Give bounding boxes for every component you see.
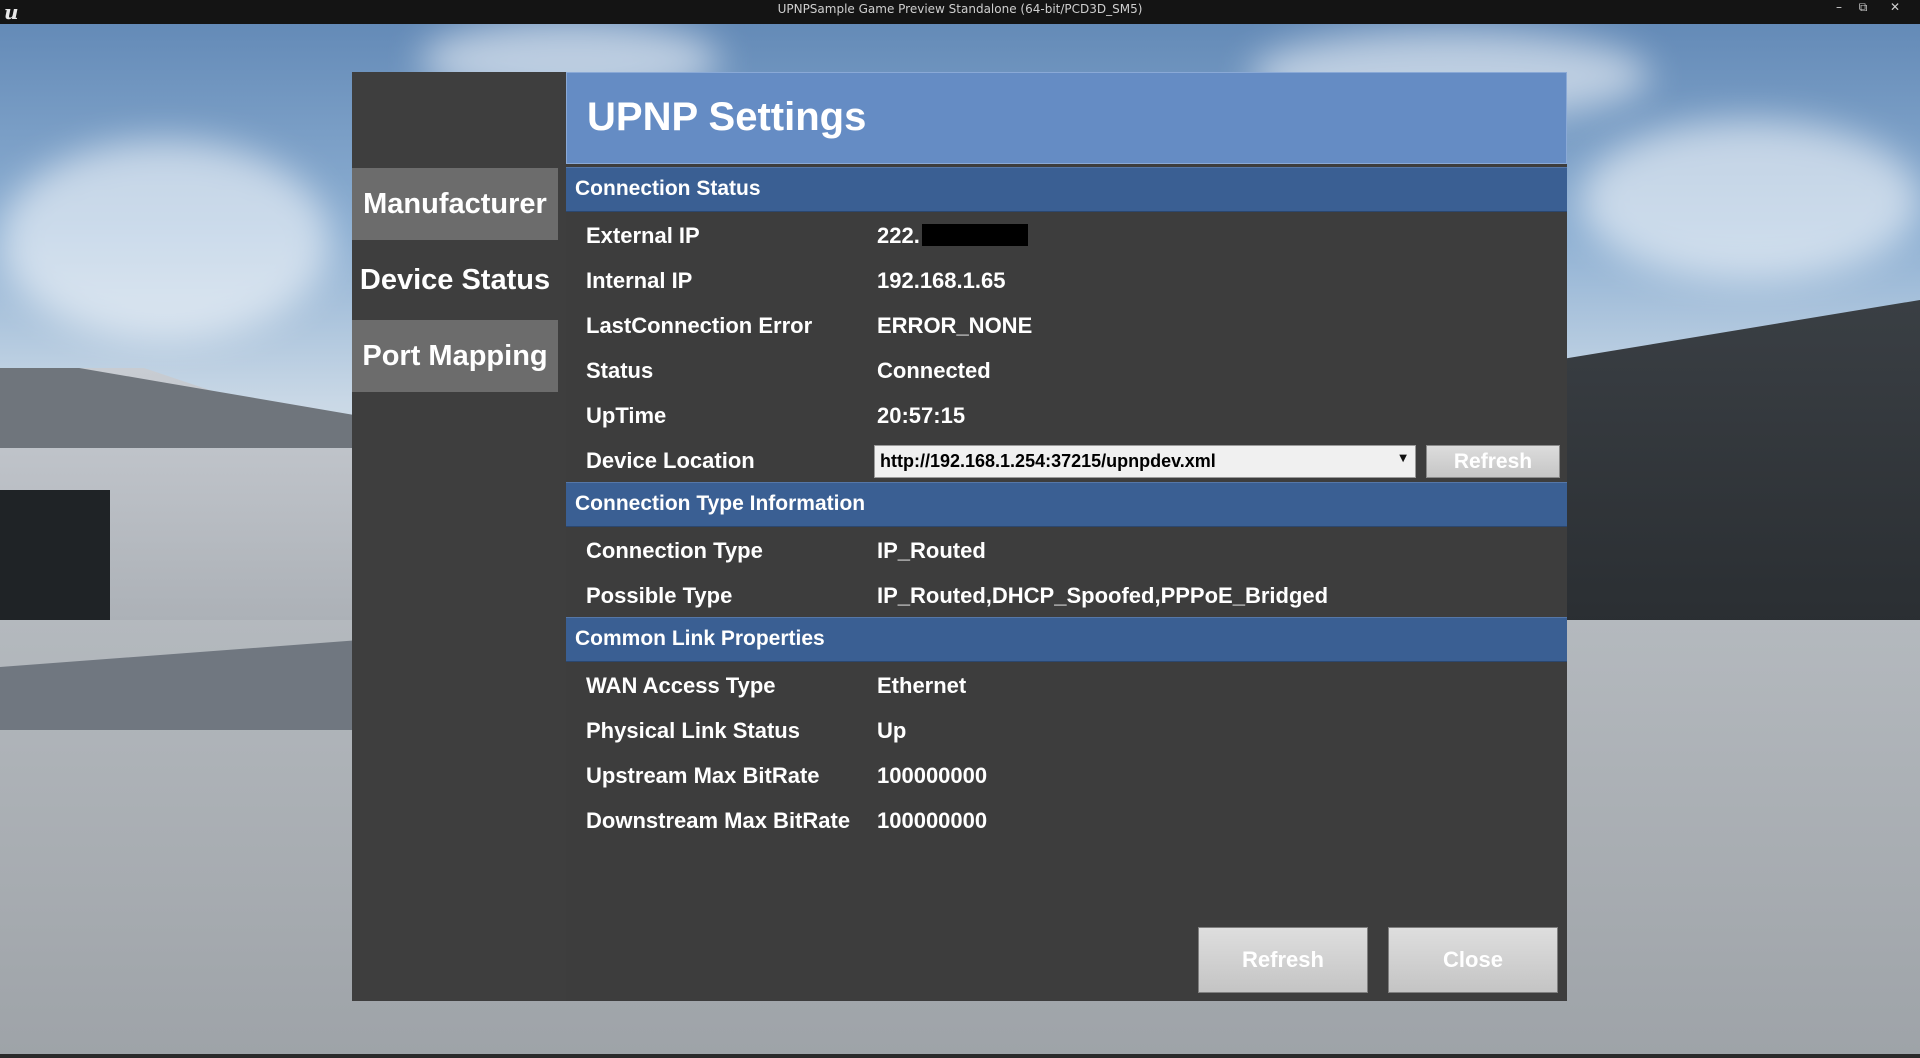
chevron-down-icon: ▼ [1399, 453, 1407, 464]
device-location-dropdown[interactable]: http://192.168.1.254:37215/upnpdev.xml ▼ [874, 445, 1416, 478]
external-ip-label: External IP [586, 223, 700, 248]
settings-sidebar: Manufacturer Device Status Port Mapping [352, 72, 562, 1001]
uptime-label: UpTime [586, 403, 667, 428]
section-title: Common Link Properties [575, 627, 825, 650]
wan-access-type-value: Ethernet [877, 673, 967, 698]
window-title-bar: u UPNPSample Game Preview Standalone (64… [0, 0, 1920, 24]
connection-type-value: IP_Routed [877, 538, 986, 563]
page-title: UPNP Settings [587, 95, 867, 139]
section-connection-status: Connection Status [566, 167, 1567, 212]
tab-port-mapping[interactable]: Port Mapping [352, 320, 558, 392]
device-location-refresh-button[interactable]: Refresh [1426, 445, 1560, 478]
section-common-link: Common Link Properties [566, 617, 1567, 662]
last-connection-error-value: ERROR_NONE [877, 313, 1033, 338]
scene-wall-left-top [0, 368, 360, 448]
close-button[interactable]: Close [1388, 927, 1558, 993]
scene-wall-right [1560, 300, 1920, 630]
external-ip-text: 222. [877, 223, 920, 248]
restore-icon[interactable]: ⧉ [1852, 0, 1874, 16]
dialog-header: UPNP Settings [566, 72, 1567, 164]
refresh-button[interactable]: Refresh [1198, 927, 1368, 993]
wan-access-type-label: WAN Access Type [586, 673, 776, 698]
taskbar-strip [0, 1054, 1920, 1058]
possible-type-value: IP_Routed,DHCP_Spoofed,PPPoE_Bridged [877, 583, 1329, 608]
downstream-max-bitrate-label: Downstream Max BitRate [586, 808, 851, 833]
section-title: Connection Type Information [575, 492, 866, 515]
last-connection-error-label: LastConnection Error [586, 313, 813, 338]
upnp-settings-dialog: Manufacturer Device Status Port Mapping … [352, 72, 1567, 1001]
possible-type-label: Possible Type [586, 583, 733, 608]
upstream-max-bitrate-value: 100000000 [877, 763, 988, 788]
physical-link-status-label: Physical Link Status [586, 718, 800, 743]
internal-ip-value: 192.168.1.65 [877, 268, 1006, 293]
redaction-box [921, 224, 1028, 246]
physical-link-status-value: Up [877, 718, 907, 743]
minimize-icon[interactable]: – [1828, 0, 1850, 16]
settings-content: UPNP Settings Connection Status External… [566, 72, 1567, 1001]
tab-device-status[interactable]: Device Status [352, 244, 558, 316]
uptime-value: 20:57:15 [877, 403, 966, 428]
device-location-label: Device Location [586, 448, 755, 473]
external-ip-value: 222. [877, 223, 1028, 249]
status-value: Connected [877, 358, 991, 383]
downstream-max-bitrate-value: 100000000 [877, 808, 988, 833]
tab-manufacturer[interactable]: Manufacturer [352, 168, 558, 240]
internal-ip-label: Internal IP [586, 268, 693, 293]
section-title: Connection Status [575, 177, 761, 200]
upstream-max-bitrate-label: Upstream Max BitRate [586, 763, 820, 788]
section-connection-type: Connection Type Information [566, 482, 1567, 527]
device-location-selected: http://192.168.1.254:37215/upnpdev.xml [880, 451, 1216, 471]
status-label: Status [586, 358, 654, 383]
connection-type-label: Connection Type [586, 538, 763, 563]
close-window-icon[interactable]: ✕ [1884, 0, 1906, 16]
window-title: UPNPSample Game Preview Standalone (64-b… [777, 2, 1143, 16]
